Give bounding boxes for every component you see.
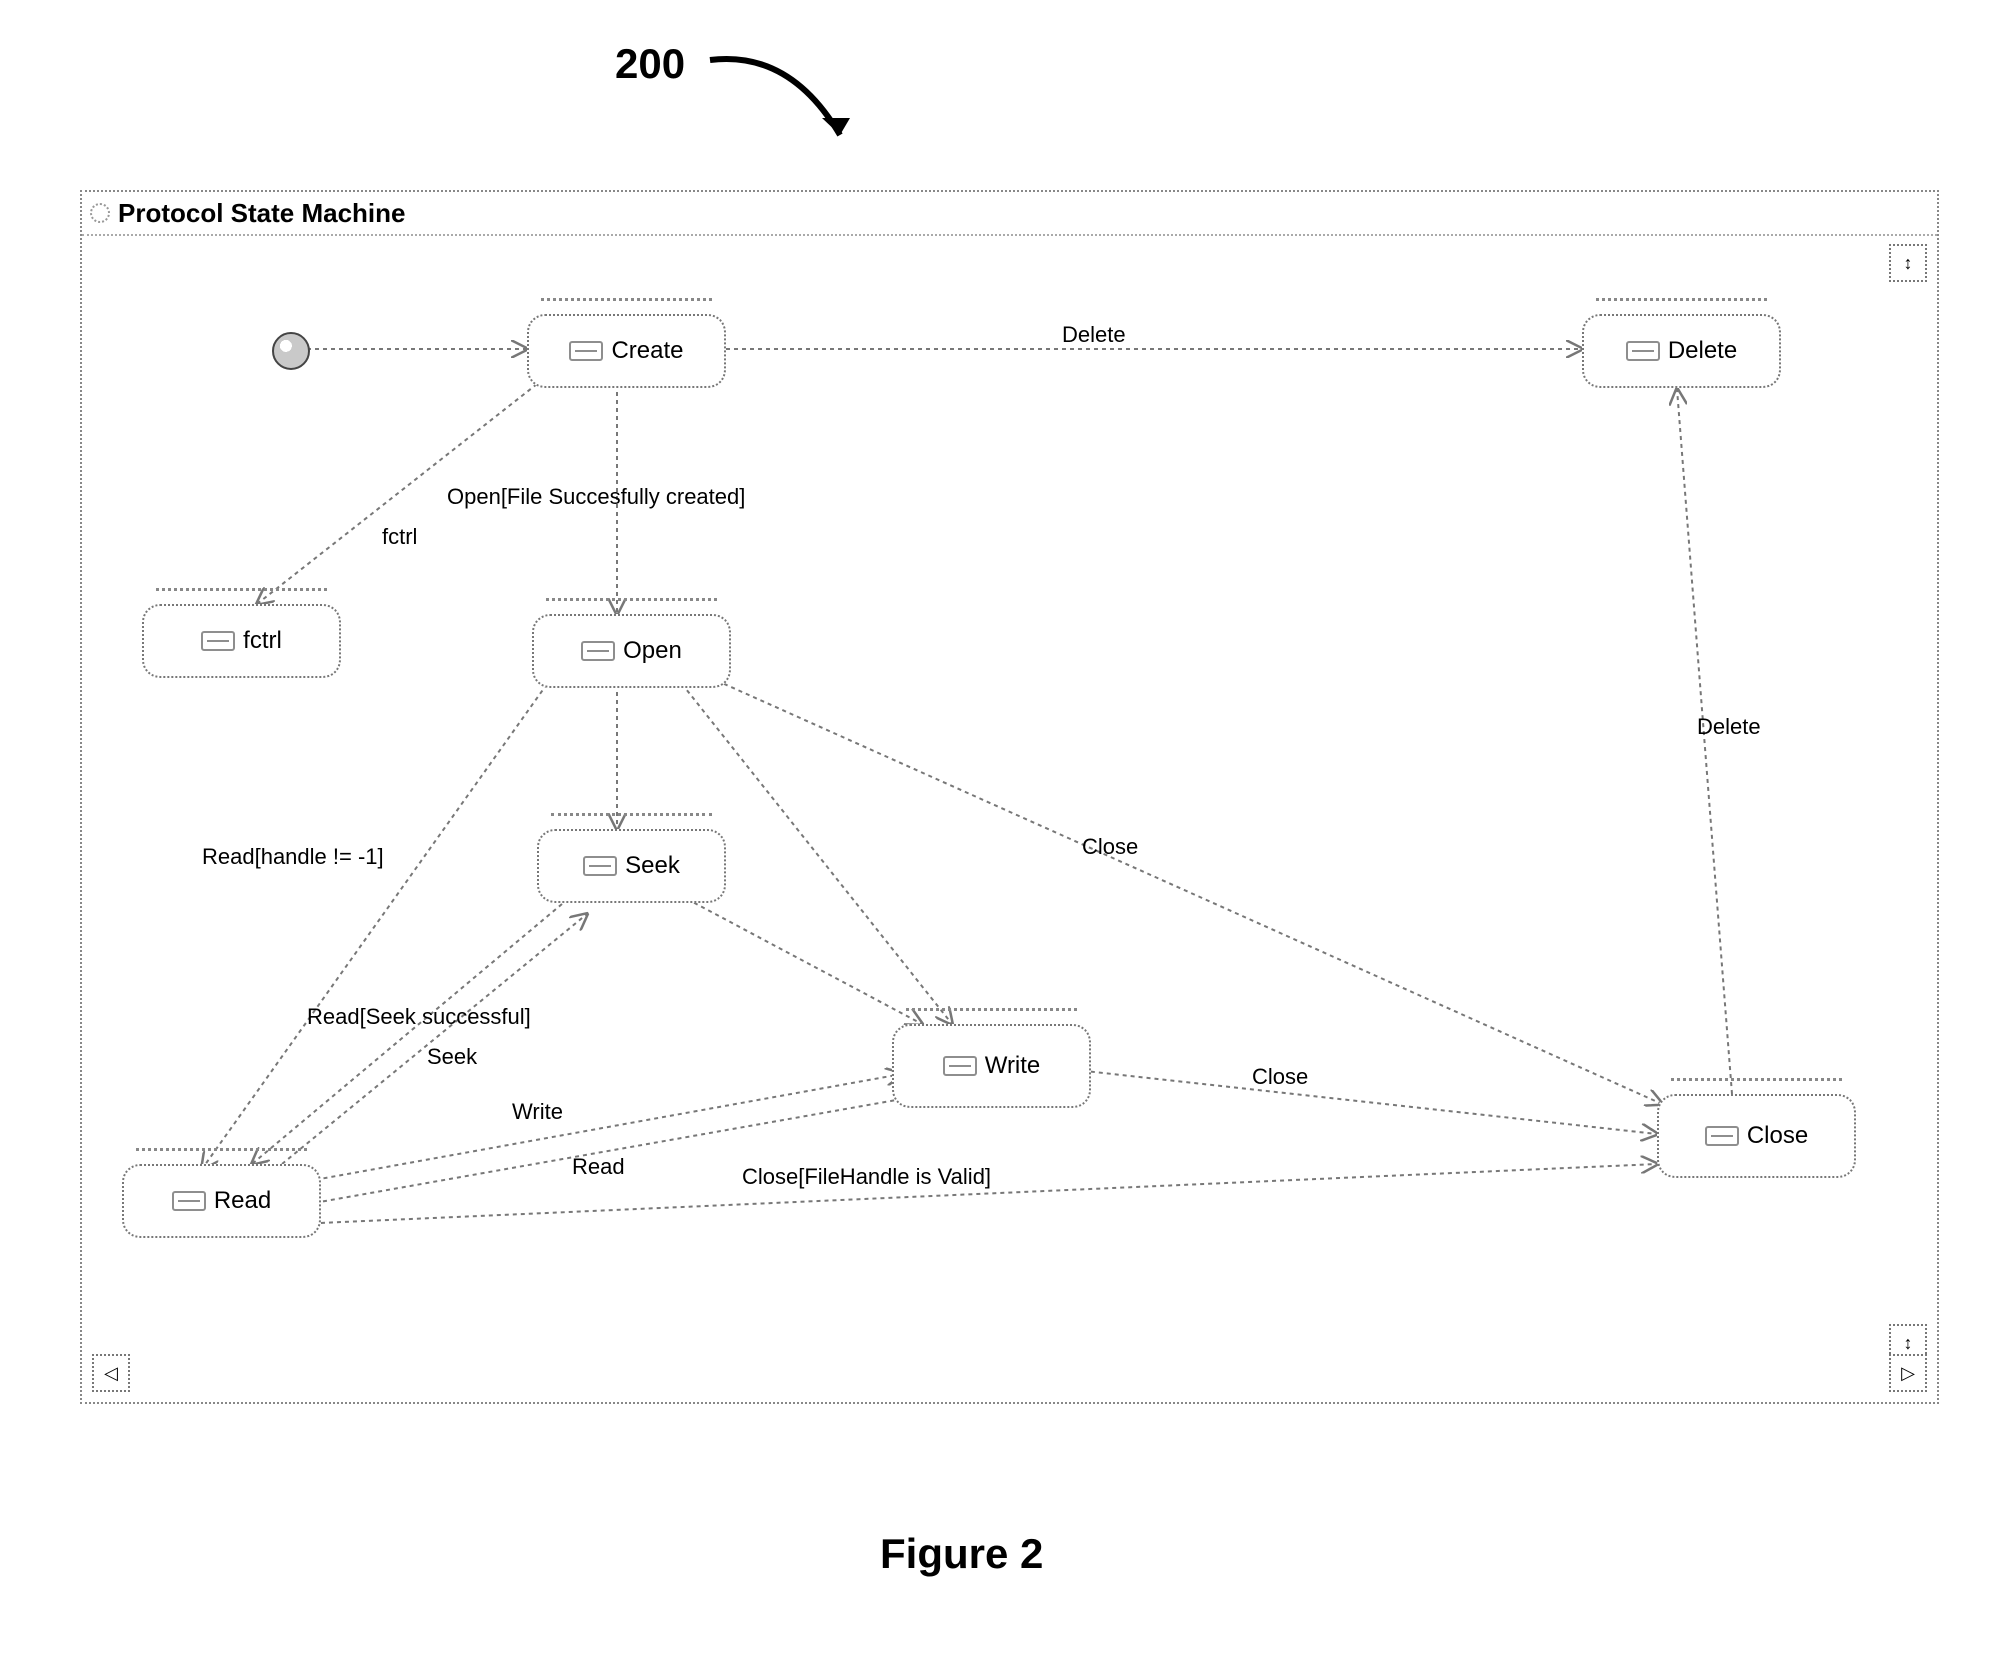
scroll-left-button[interactable]: ◁ (92, 1354, 130, 1392)
edges-layer (82, 234, 1937, 1402)
scroll-right-button[interactable]: ▷ (1889, 1354, 1927, 1392)
state-icon (1705, 1126, 1739, 1146)
state-label: Read (214, 1187, 271, 1215)
statemachine-icon (90, 203, 110, 223)
figure-caption: Figure 2 (880, 1530, 1043, 1578)
state-seek[interactable]: Seek (537, 829, 726, 903)
transition-label: Read[handle != -1] (202, 844, 384, 870)
state-icon (583, 856, 617, 876)
state-open[interactable]: Open (532, 614, 731, 688)
diagram-canvas[interactable]: Create Delete fctrl Open Seek (82, 234, 1937, 1402)
diagram-title-text: Protocol State Machine (118, 198, 406, 229)
transition-label: fctrl (382, 524, 417, 550)
state-write[interactable]: Write (892, 1024, 1091, 1108)
transition-label: Write (512, 1099, 563, 1125)
state-read[interactable]: Read (122, 1164, 321, 1238)
state-delete[interactable]: Delete (1582, 314, 1781, 388)
state-icon (581, 641, 615, 661)
transition-label: Delete (1697, 714, 1761, 740)
transition-label: Delete (1062, 322, 1126, 348)
state-icon (943, 1056, 977, 1076)
initial-pseudostate[interactable] (272, 332, 310, 370)
state-label: Close (1747, 1122, 1808, 1150)
transition-label: Open[File Succesfully created] (447, 484, 745, 510)
state-label: Create (611, 337, 683, 365)
figure-reference-number: 200 (615, 40, 685, 88)
transition-label: Read[Seek successful] (307, 1004, 531, 1030)
transition-label: Read (572, 1154, 625, 1180)
transition-label: Close (1082, 834, 1138, 860)
transition-label: Seek (427, 1044, 477, 1070)
scroll-indicator-top-right[interactable]: ↕ (1889, 244, 1927, 282)
state-label: Write (985, 1052, 1041, 1080)
state-icon (569, 341, 603, 361)
diagram-frame: Protocol State Machine (80, 190, 1939, 1404)
state-close[interactable]: Close (1657, 1094, 1856, 1178)
state-icon (201, 631, 235, 651)
state-label: Seek (625, 852, 680, 880)
diagram-title: Protocol State Machine (84, 194, 420, 232)
state-icon (172, 1191, 206, 1211)
transition-label: Close (1252, 1064, 1308, 1090)
transition-label: Close[FileHandle is Valid] (742, 1164, 991, 1190)
state-create[interactable]: Create (527, 314, 726, 388)
diagram-title-bar: Protocol State Machine (82, 192, 1937, 236)
state-fctrl[interactable]: fctrl (142, 604, 341, 678)
state-label: Open (623, 637, 682, 665)
state-icon (1626, 341, 1660, 361)
reference-arrow-icon (700, 40, 900, 160)
state-label: Delete (1668, 337, 1737, 365)
state-label: fctrl (243, 627, 282, 655)
